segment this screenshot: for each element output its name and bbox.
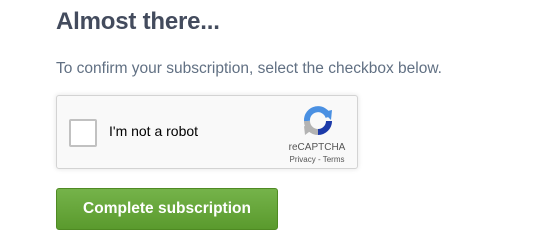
recaptcha-legal-links: Privacy - Terms xyxy=(276,155,358,164)
recaptcha-checkbox-label: I'm not a robot xyxy=(109,123,199,139)
terms-link[interactable]: Terms xyxy=(323,155,345,164)
privacy-link[interactable]: Privacy xyxy=(290,155,316,164)
legal-separator: - xyxy=(315,155,323,164)
recaptcha-brand: reCAPTCHA xyxy=(288,142,346,153)
recaptcha-checkbox[interactable] xyxy=(69,119,97,147)
recaptcha-logo-icon xyxy=(304,106,332,135)
page-title: Almost there... xyxy=(56,8,220,35)
instruction-text: To confirm your subscription, select the… xyxy=(56,60,442,77)
complete-subscription-button[interactable]: Complete subscription xyxy=(56,188,278,230)
recaptcha-widget: I'm not a robot reCAPTCHA Privacy - Term… xyxy=(56,95,358,169)
